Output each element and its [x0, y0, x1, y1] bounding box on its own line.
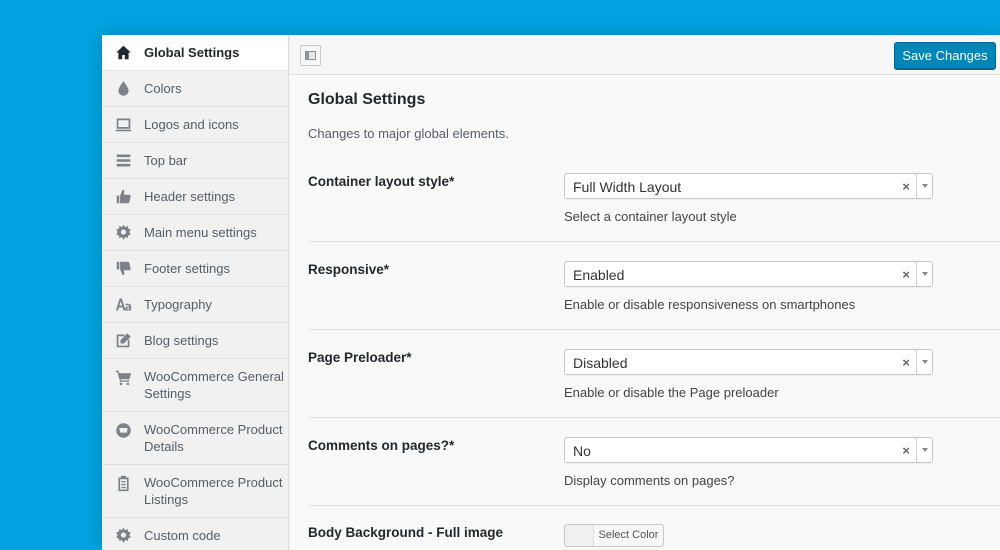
sidebar-item-logos[interactable]: Logos and icons [102, 107, 288, 143]
menu-bars-icon [114, 152, 132, 170]
color-swatch [565, 525, 594, 546]
setting-row-page-preloader: Page Preloader* Disabled × Enable or dis… [308, 330, 1000, 418]
sidebar-item-blog-settings[interactable]: Blog settings [102, 323, 288, 359]
select-color-button[interactable]: Select Color [564, 524, 664, 547]
edit-icon [114, 332, 132, 350]
setting-description: Select a container layout style [564, 209, 737, 224]
sidebar-item-header-settings[interactable]: Header settings [102, 179, 288, 215]
clear-selection-icon[interactable]: × [902, 267, 910, 282]
setting-description: Enable or disable the Page preloader [564, 385, 779, 400]
setting-label: Responsive* [308, 262, 390, 277]
sidebar-item-label: Typography [144, 297, 212, 312]
sidebar-item-typography[interactable]: Typography [102, 287, 288, 323]
responsive-select[interactable]: Enabled × [564, 261, 933, 287]
sidebar-item-top-bar[interactable]: Top bar [102, 143, 288, 179]
options-panel-window: Global Settings Colors Logos and icons T… [102, 35, 1000, 550]
sidebar-item-label: WooCommerce Product Details [144, 422, 283, 454]
setting-label: Comments on pages?* [308, 438, 455, 453]
sidebar-item-label: Blog settings [144, 333, 219, 348]
setting-label: Page Preloader* [308, 350, 412, 365]
setting-label: Body Background - Full image [308, 525, 504, 540]
sidebar: Global Settings Colors Logos and icons T… [102, 35, 289, 550]
clear-selection-icon[interactable]: × [902, 355, 910, 370]
chevron-down-icon[interactable] [916, 438, 932, 462]
gear-icon [114, 224, 132, 242]
laptop-icon [114, 116, 132, 134]
container-layout-select[interactable]: Full Width Layout × [564, 173, 933, 199]
sidebar-item-label: Global Settings [144, 45, 240, 60]
sidebar-toggle-button[interactable] [300, 45, 321, 66]
chevron-down-icon[interactable] [916, 174, 932, 198]
cart-icon [114, 368, 132, 386]
sidebar-item-main-menu-settings[interactable]: Main menu settings [102, 215, 288, 251]
chevron-down-icon[interactable] [916, 350, 932, 374]
setting-row-comments-on-pages: Comments on pages?* No × Display comment… [308, 418, 1000, 506]
sidebar-item-label: Custom code [144, 528, 221, 543]
chevron-down-icon[interactable] [916, 262, 932, 286]
setting-row-body-background: Body Background - Full image Select Colo… [308, 506, 1000, 550]
sidebar-item-woocommerce-product-listings[interactable]: WooCommerce Product Listings [102, 465, 288, 518]
sidebar-item-label: Top bar [144, 153, 188, 168]
gear-icon [114, 527, 132, 545]
sidebar-item-colors[interactable]: Colors [102, 71, 288, 107]
sidebar-item-woocommerce-general[interactable]: WooCommerce General Settings [102, 359, 288, 412]
select-value: Full Width Layout [573, 179, 682, 195]
select-color-label: Select Color [598, 529, 659, 541]
setting-row-container-layout: Container layout style* Full Width Layou… [308, 155, 1000, 242]
top-toolbar: Save Changes [290, 35, 1000, 75]
page-description: Changes to major global elements. [308, 126, 509, 141]
main-content: Save Changes Global Settings Changes to … [290, 35, 1000, 550]
select-value: Enabled [573, 267, 625, 283]
select-value: No [573, 443, 591, 459]
sidebar-item-label: WooCommerce General Settings [144, 369, 284, 401]
setting-description: Display comments on pages? [564, 473, 735, 488]
sidebar-item-footer-settings[interactable]: Footer settings [102, 251, 288, 287]
page-preloader-select[interactable]: Disabled × [564, 349, 933, 375]
thumbs-up-icon [114, 188, 132, 206]
sidebar-item-custom-code[interactable]: Custom code [102, 518, 288, 550]
select-value: Disabled [573, 355, 628, 371]
typography-icon [114, 296, 132, 314]
setting-label: Container layout style* [308, 174, 455, 189]
clipboard-icon [114, 474, 132, 492]
setting-row-responsive: Responsive* Enabled × Enable or disable … [308, 242, 1000, 330]
panel-toggle-icon [305, 51, 316, 60]
page-title: Global Settings [308, 91, 426, 108]
clear-selection-icon[interactable]: × [902, 443, 910, 458]
home-icon [114, 44, 132, 62]
sidebar-item-label: Main menu settings [144, 225, 257, 240]
droplet-icon [114, 80, 132, 98]
sidebar-item-global-settings[interactable]: Global Settings [102, 35, 288, 71]
sidebar-item-label: WooCommerce Product Listings [144, 475, 283, 507]
setting-description: Enable or disable responsiveness on smar… [564, 297, 856, 312]
sidebar-item-label: Colors [144, 81, 182, 96]
sidebar-item-label: Header settings [144, 189, 236, 204]
sidebar-item-label: Footer settings [144, 261, 230, 276]
thumbs-down-icon [114, 260, 132, 278]
sidebar-item-label: Logos and icons [144, 117, 239, 132]
comments-on-pages-select[interactable]: No × [564, 437, 933, 463]
sidebar-item-woocommerce-product-details[interactable]: WooCommerce Product Details [102, 412, 288, 465]
save-changes-button[interactable]: Save Changes [894, 42, 996, 69]
clear-selection-icon[interactable]: × [902, 179, 910, 194]
basket-icon [114, 421, 132, 439]
